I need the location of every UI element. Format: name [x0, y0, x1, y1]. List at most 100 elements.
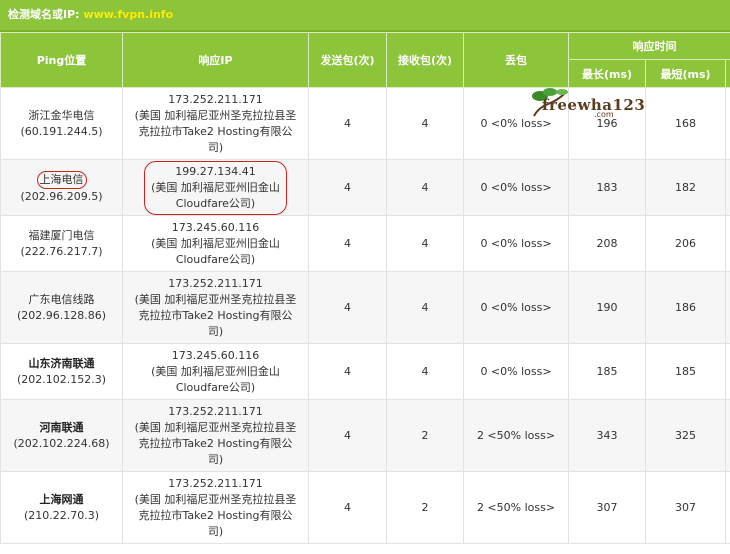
response-ip-location-line: (美国 加利福尼亚州旧金山 [151, 364, 280, 378]
cell-response-ip: 173.245.60.116 (美国 加利福尼亚州旧金山 Cloudfare公司) [122, 215, 309, 272]
col-header-ip: 响应IP [122, 32, 309, 88]
cell-max: 343 [568, 399, 646, 472]
cell-sent: 4 [308, 87, 387, 160]
cell-min: 185 [645, 343, 726, 400]
freewha123-logo: freewha123 .com [528, 86, 645, 130]
response-ip-location-line: (美国 加利福尼亚州圣克拉拉县圣 [134, 292, 297, 306]
cell-min: 182 [645, 159, 726, 216]
cell-loss: 2 <50% loss> [463, 471, 569, 544]
response-ip-location-line: 克拉拉市Take2 Hosting有限公 [138, 436, 293, 450]
location-ip: (202.96.128.86) [16, 308, 107, 322]
query-domain[interactable]: www.fvpn.info [83, 8, 173, 21]
response-ip-address: 173.245.60.116 [171, 348, 260, 362]
response-ip-location-line: 克拉拉市Take2 Hosting有限公 [138, 124, 293, 138]
response-ip-location-line: (美国 加利福尼亚州旧金山 [151, 180, 280, 194]
location-name: 山东济南联通 [28, 356, 95, 370]
location-ip: (202.96.209.5) [20, 189, 103, 203]
cell-location: 福建厦门电信 (222.76.217.7) [0, 215, 123, 272]
cell-extra [725, 87, 730, 160]
response-ip-address: 173.252.211.171 [168, 276, 263, 290]
location-ip: (60.191.244.5) [20, 124, 103, 138]
location-ip: (210.22.70.3) [23, 508, 100, 522]
response-ip-block: 173.252.211.171 (美国 加利福尼亚州圣克拉拉县圣 克拉拉市Take2… [123, 476, 308, 540]
cell-extra [725, 271, 730, 344]
cell-received: 4 [386, 87, 464, 160]
col-header-response-time: 响应时间 [568, 32, 730, 60]
response-ip-block: 199.27.134.41 (美国 加利福尼亚州旧金山 Cloudfare公司) [144, 160, 287, 215]
location-ip: (222.76.217.7) [20, 244, 103, 258]
response-ip-address: 173.252.211.171 [168, 404, 263, 418]
cell-received: 2 [386, 471, 464, 544]
cell-response-ip: 199.27.134.41 (美国 加利福尼亚州旧金山 Cloudfare公司) [122, 159, 309, 216]
table-row: 河南联通 (202.102.224.68) 173.252.211.171 (美国 加… [0, 399, 730, 472]
location-name: 上海网通 [39, 492, 84, 506]
cell-location: 山东济南联通 (202.102.152.3) [0, 343, 123, 400]
response-ip-address: 199.27.134.41 [175, 164, 256, 178]
cell-received: 4 [386, 159, 464, 216]
response-ip-location-line: Cloudfare公司) [175, 252, 256, 266]
cell-received: 4 [386, 271, 464, 344]
cell-response-ip: 173.245.60.116 (美国 加利福尼亚州旧金山 Cloudfare公司) [122, 343, 309, 400]
response-ip-location-line: 克拉拉市Take2 Hosting有限公 [138, 508, 293, 522]
cell-min: 168 [645, 87, 726, 160]
cell-location: 上海电信 (202.96.209.5) [0, 159, 123, 216]
response-ip-block: 173.252.211.171 (美国 加利福尼亚州圣克拉拉县圣 克拉拉市Take2… [123, 92, 308, 156]
cell-sent: 4 [308, 159, 387, 216]
watermark-sub: .com [594, 110, 614, 119]
cell-response-ip: 173.252.211.171 (美国 加利福尼亚州圣克拉拉县圣 克拉拉市Take2… [122, 271, 309, 344]
location-name: 河南联通 [39, 420, 84, 434]
col-header-max: 最长(ms) [568, 59, 646, 88]
response-ip-block: 173.252.211.171 (美国 加利福尼亚州圣克拉拉县圣 克拉拉市Take2… [123, 276, 308, 340]
response-ip-location-line: 司) [207, 524, 224, 538]
response-ip-address: 173.252.211.171 [168, 92, 263, 106]
response-ip-address: 173.252.211.171 [168, 476, 263, 490]
response-ip-address: 173.245.60.116 [171, 220, 260, 234]
table-row: 上海网通 (210.22.70.3) 173.252.211.171 (美国 加利福尼… [0, 471, 730, 544]
cell-extra [725, 159, 730, 216]
response-ip-location-line: Cloudfare公司) [175, 380, 256, 394]
cell-extra [725, 343, 730, 400]
cell-max: 185 [568, 343, 646, 400]
cell-sent: 4 [308, 399, 387, 472]
cell-location: 上海网通 (210.22.70.3) [0, 471, 123, 544]
col-header-location: Ping位置 [0, 32, 123, 88]
table-row: 上海电信 (202.96.209.5) 199.27.134.41 (美国 加利福尼亚… [0, 159, 730, 216]
response-ip-block: 173.252.211.171 (美国 加利福尼亚州圣克拉拉县圣 克拉拉市Take2… [123, 404, 308, 468]
location-ip: (202.102.224.68) [13, 436, 110, 450]
cell-sent: 4 [308, 271, 387, 344]
cell-location: 浙江金华电信 (60.191.244.5) [0, 87, 123, 160]
response-ip-location-line: 司) [207, 140, 224, 154]
cell-loss: 2 <50% loss> [463, 399, 569, 472]
response-ip-location-line: 司) [207, 324, 224, 338]
cell-location: 广东电信线路 (202.96.128.86) [0, 271, 123, 344]
col-header-min: 最短(ms) [645, 59, 726, 88]
response-ip-block: 173.245.60.116 (美国 加利福尼亚州旧金山 Cloudfare公司) [123, 220, 308, 268]
cell-extra [725, 215, 730, 272]
cell-max: 183 [568, 159, 646, 216]
cell-loss: 0 <0% loss> [463, 159, 569, 216]
col-header-extra [725, 59, 730, 88]
cell-loss: 0 <0% loss> [463, 215, 569, 272]
cell-sent: 4 [308, 471, 387, 544]
cell-received: 4 [386, 343, 464, 400]
cell-max: 190 [568, 271, 646, 344]
response-ip-location-line: Cloudfare公司) [175, 196, 256, 210]
location-name: 浙江金华电信 [28, 108, 95, 122]
table-row: 广东电信线路 (202.96.128.86) 173.252.211.171 (美国 … [0, 271, 730, 344]
table-row: 山东济南联通 (202.102.152.3) 173.245.60.116 (美国 加… [0, 343, 730, 400]
cell-max: 307 [568, 471, 646, 544]
cell-min: 206 [645, 215, 726, 272]
cell-received: 2 [386, 399, 464, 472]
response-ip-location-line: 克拉拉市Take2 Hosting有限公 [138, 308, 293, 322]
location-name: 广东电信线路 [28, 292, 95, 306]
col-header-sent: 发送包(次) [308, 32, 387, 88]
query-label: 检测域名或IP: [8, 8, 80, 21]
cell-min: 325 [645, 399, 726, 472]
query-header: 检测域名或IP: www.fvpn.info [0, 0, 730, 32]
cell-loss: 0 <0% loss> [463, 343, 569, 400]
cell-extra [725, 399, 730, 472]
response-ip-location-line: (美国 加利福尼亚州圣克拉拉县圣 [134, 492, 297, 506]
location-name: 上海电信 [36, 170, 87, 189]
response-ip-location-line: 司) [207, 452, 224, 466]
response-ip-block: 173.245.60.116 (美国 加利福尼亚州旧金山 Cloudfare公司) [123, 348, 308, 396]
